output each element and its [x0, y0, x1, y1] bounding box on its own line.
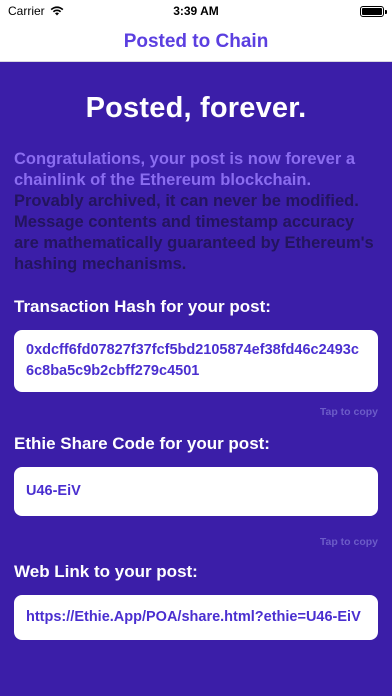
status-left: Carrier — [8, 4, 64, 18]
page-headline: Posted, forever. — [85, 92, 307, 124]
tx-hash-copy-button[interactable]: Tap to copy — [0, 406, 378, 418]
web-link-field[interactable]: https://Ethie.App/POA/share.html?ethie=U… — [14, 595, 378, 640]
web-link-label: Web Link to your post: — [14, 562, 198, 581]
share-code-copy-button[interactable]: Tap to copy — [0, 536, 378, 548]
archived-text: Provably archived, it can never be modif… — [14, 192, 374, 273]
status-bar: Carrier 3:39 AM — [0, 0, 392, 22]
share-code-field[interactable]: U46-EiV — [14, 467, 378, 516]
nav-title: Posted to Chain — [123, 30, 269, 52]
wifi-icon — [50, 6, 64, 16]
tx-hash-label: Transaction Hash for your post: — [14, 297, 271, 316]
confirmation-message: Congratulations, your post is now foreve… — [14, 149, 378, 275]
congrats-text: Congratulations, your post is now foreve… — [14, 150, 356, 189]
navigation-bar: Posted to Chain — [0, 22, 392, 62]
tx-hash-field[interactable]: 0xdcff6fd07827f37fcf5bd2105874ef38fd46c2… — [14, 330, 378, 392]
share-code-label: Ethie Share Code for your post: — [14, 434, 270, 453]
main-content[interactable]: Posted, forever. Congratulations, your p… — [0, 62, 392, 696]
battery-icon — [360, 5, 387, 17]
carrier-label: Carrier — [8, 4, 45, 18]
